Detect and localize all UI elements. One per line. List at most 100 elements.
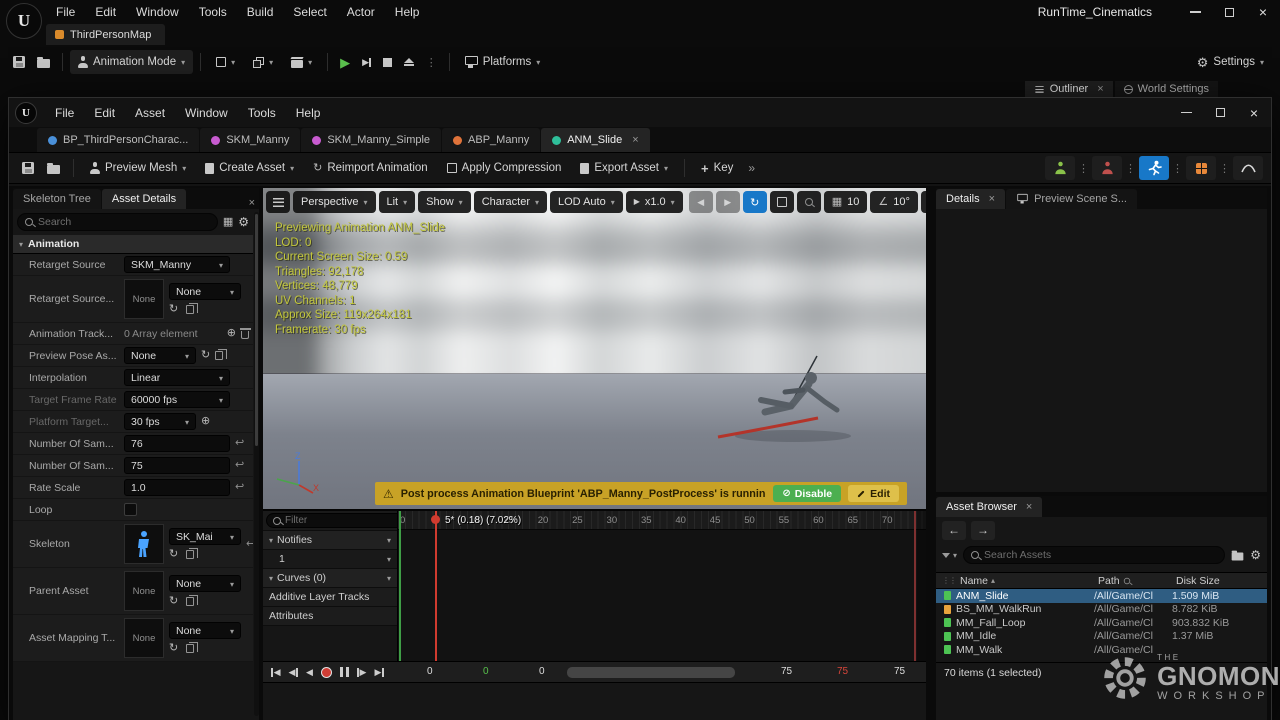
tab-bp-thirdpersoncharacter[interactable]: BP_ThirdPersonCharac... (37, 128, 199, 152)
asset-search-input[interactable] (984, 549, 1217, 561)
asset-mapping-thumbnail[interactable]: None (124, 618, 164, 658)
asset-search-box[interactable] (963, 546, 1225, 564)
close-icon[interactable]: × (249, 197, 255, 209)
animation-mode-button[interactable] (1139, 156, 1169, 180)
toolbar-overflow-button[interactable]: » (921, 191, 926, 213)
menu-item[interactable]: File (45, 106, 84, 120)
track-curves[interactable]: Curves (0) (263, 569, 397, 588)
retarget-mode-button[interactable] (1092, 156, 1122, 180)
close-icon[interactable]: × (1097, 83, 1103, 95)
reset-icon[interactable]: ↩ (246, 539, 253, 550)
playhead[interactable] (435, 511, 437, 661)
toolbar-overflow-icon[interactable]: » (744, 161, 759, 175)
asset-row[interactable]: MM_Walk /All/Game/Cl (936, 643, 1267, 657)
asset-mapping-dropdown[interactable]: None (169, 622, 241, 639)
viewport-icon-button-4[interactable] (770, 191, 794, 213)
menu-item[interactable]: Tools (189, 5, 237, 19)
cinematics-dropdown[interactable] (283, 50, 320, 74)
filter-dropdown[interactable] (942, 549, 957, 561)
preview-mesh-dropdown[interactable]: Preview Mesh (82, 156, 194, 180)
use-selected-icon[interactable]: ↻ (169, 304, 178, 315)
grid-snap-toggle[interactable]: ▦10 (824, 191, 868, 213)
play-in-editor-button[interactable]: ▶ (335, 50, 355, 74)
step-backward-button[interactable]: ◀ (286, 662, 302, 682)
range-scrollbar[interactable] (567, 667, 735, 678)
add-actor-dropdown[interactable] (208, 50, 243, 74)
scrollbar[interactable] (254, 212, 259, 716)
track-notifies[interactable]: Notifies (263, 531, 397, 550)
retarget-source-dropdown[interactable]: SKM_Manny (124, 256, 230, 273)
track-options-icon[interactable] (387, 534, 391, 546)
menu-item[interactable]: Asset (125, 106, 175, 120)
menu-item[interactable]: Window (175, 106, 238, 120)
to-end-button[interactable]: ▶ (371, 662, 387, 682)
interpolation-dropdown[interactable]: Linear (124, 369, 230, 386)
section-animation[interactable]: Animation (13, 235, 253, 254)
mode-options-icon[interactable] (1125, 162, 1136, 175)
tab-details[interactable]: Details × (936, 189, 1005, 209)
blueprints-dropdown[interactable] (245, 50, 281, 74)
close-icon[interactable]: × (1026, 501, 1032, 513)
tab-preview-scene-settings[interactable]: Preview Scene S... (1006, 189, 1137, 209)
reset-icon[interactable]: ↩ (235, 438, 244, 449)
play-reverse-button[interactable]: ◀ (303, 662, 316, 682)
use-selected-icon[interactable]: ↻ (169, 549, 178, 560)
track-options-icon[interactable] (387, 572, 391, 584)
mode-options-icon[interactable] (1078, 162, 1089, 175)
skeleton-mode-button[interactable] (1045, 156, 1075, 180)
use-selected-icon[interactable]: ↻ (169, 596, 178, 607)
timeline-track-area[interactable]: 0510152025303540455055606570 5* (0.18) (… (397, 511, 926, 661)
track-options-icon[interactable] (387, 553, 391, 565)
reimport-animation-button[interactable]: ↻Reimport Animation (305, 156, 436, 180)
editor-mode-dropdown[interactable]: Animation Mode (70, 50, 193, 74)
skeleton-dropdown[interactable]: SK_Mai (169, 528, 241, 545)
browse-to-icon[interactable] (186, 644, 194, 653)
menu-item[interactable]: Help (286, 106, 331, 120)
stop-button[interactable] (378, 50, 397, 74)
tab-skm-manny[interactable]: SKM_Manny (200, 128, 300, 152)
column-view-icon[interactable]: ▦ (223, 217, 233, 228)
tab-outliner[interactable]: Outliner × (1025, 81, 1113, 97)
save-button[interactable] (17, 156, 39, 180)
lod-dropdown[interactable]: LOD Auto (550, 191, 623, 213)
settings-icon[interactable]: ⚙ (238, 216, 249, 228)
focus-button[interactable] (797, 191, 821, 213)
settings-dropdown[interactable]: ⚙ Settings (1189, 50, 1272, 74)
apply-compression-button[interactable]: Apply Compression (439, 156, 570, 180)
browse-to-icon[interactable] (215, 351, 223, 360)
viewport-menu-button[interactable] (266, 191, 290, 213)
tab-asset-details[interactable]: Asset Details (102, 189, 186, 209)
save-search-icon[interactable] (1232, 552, 1244, 560)
menu-item[interactable]: Tools (238, 106, 286, 120)
menu-item[interactable]: Window (126, 5, 189, 19)
level-tab[interactable]: ThirdPersonMap (46, 24, 165, 45)
use-selected-icon[interactable]: ↻ (201, 350, 210, 361)
show-dropdown[interactable]: Show (418, 191, 471, 213)
track-notify-1[interactable]: 1 (263, 550, 397, 569)
preview-pose-dropdown[interactable]: None (124, 347, 196, 364)
play-options-button[interactable] (421, 50, 442, 74)
character-dropdown[interactable]: Character (474, 191, 547, 213)
view-mode-dropdown[interactable]: Lit (379, 191, 416, 213)
disable-button[interactable]: ⊘Disable (773, 485, 841, 502)
menu-item[interactable]: Actor (337, 5, 385, 19)
edit-button[interactable]: Edit (848, 485, 899, 502)
viewport-icon-button-1[interactable]: ◀ (689, 191, 713, 213)
browse-to-icon[interactable] (186, 305, 194, 314)
record-button[interactable] (318, 662, 335, 682)
search-box[interactable] (17, 213, 218, 231)
platform-target-dropdown[interactable]: 30 fps (124, 413, 196, 430)
close-button[interactable]: × (1237, 106, 1271, 120)
asset-row[interactable]: ANM_Slide /All/Game/Cl 1.509 MiB (936, 589, 1267, 603)
asset-row[interactable]: MM_Fall_Loop /All/Game/Cl 903.832 KiB (936, 616, 1267, 630)
save-button[interactable] (8, 50, 30, 74)
tab-anm-slide[interactable]: ANM_Slide × (541, 128, 649, 152)
skeleton-thumbnail[interactable] (124, 524, 164, 564)
menu-item[interactable]: Help (385, 5, 430, 19)
retarget-asset-dropdown[interactable]: None (169, 283, 241, 300)
rate-scale-input[interactable] (124, 479, 230, 496)
asset-thumbnail[interactable]: None (124, 279, 164, 319)
menu-item[interactable]: Build (237, 5, 284, 19)
tab-skeleton-tree[interactable]: Skeleton Tree (13, 189, 101, 209)
to-front-button[interactable]: ◀ (268, 662, 284, 682)
